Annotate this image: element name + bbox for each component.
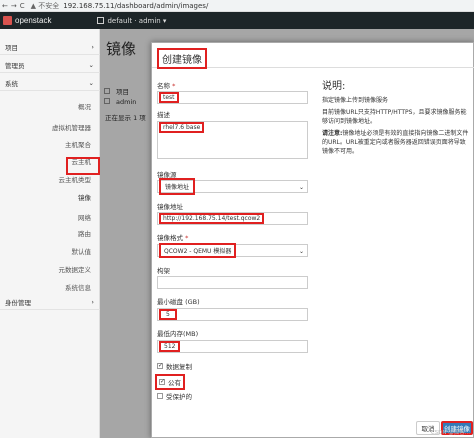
- logo[interactable]: openstack: [0, 16, 51, 25]
- min-disk-field[interactable]: 5: [157, 308, 308, 321]
- dialog-header: 创建镜像: [152, 43, 474, 69]
- browser-toolbar: ← → C ▲ 不安全 192.168.75.11/dashboard/admi…: [0, 0, 474, 12]
- reload-icon[interactable]: C: [20, 2, 25, 10]
- format-value: QCOW2 - QEMU 模拟器: [158, 243, 237, 258]
- source-select[interactable]: 镜像地址 ⌄: [157, 178, 308, 195]
- sidebar-item-system-info[interactable]: 系统信息: [65, 282, 91, 292]
- min-disk-value: 5: [159, 309, 177, 320]
- min-disk-label: 最小磁盘 (GB): [157, 298, 200, 306]
- browser-nav: ← → C: [0, 2, 25, 10]
- architecture-label: 构架: [157, 267, 170, 275]
- back-icon[interactable]: ←: [2, 2, 8, 10]
- sidebar-section-identity[interactable]: 身份管理 ›: [0, 294, 100, 310]
- name-field[interactable]: test: [157, 91, 308, 104]
- chevron-down-icon: ⌄: [298, 184, 304, 191]
- sidebar-item-flavors[interactable]: 云主机类型: [59, 174, 92, 184]
- create-image-dialog: 创建镜像 名称 * test 描述 rhel7.6 base 镜像源 镜像地址 …: [151, 42, 474, 438]
- format-label: 镜像格式 *: [157, 234, 189, 242]
- url-field[interactable]: http://192.168.75.14/test.qcow2: [157, 212, 308, 225]
- help-text: 指定镜像上传到镜像服务: [322, 97, 389, 104]
- description-field[interactable]: rhel7.6 base: [157, 121, 308, 159]
- url-label: 镜像地址: [157, 203, 183, 211]
- format-select[interactable]: QCOW2 - QEMU 模拟器 ⌄: [157, 243, 308, 258]
- address-bar[interactable]: 192.168.75.11/dashboard/admin/images/: [63, 2, 208, 10]
- sidebar-section-label: 身份管理: [5, 298, 31, 307]
- sidebar-item-defaults[interactable]: 默认值: [72, 246, 92, 256]
- sidebar-item-hypervisors[interactable]: 虚拟机管理器: [52, 122, 91, 132]
- architecture-field[interactable]: [157, 276, 308, 289]
- sidebar-section-project[interactable]: 项目 ›: [0, 39, 100, 55]
- sidebar-section-admin[interactable]: 管理员 ⌄: [0, 57, 100, 73]
- description-value: rhel7.6 base: [158, 122, 205, 133]
- insecure-badge[interactable]: ▲ 不安全: [31, 1, 60, 11]
- app-header: openstack default · admin ▾: [0, 12, 474, 29]
- images-highlight-box: [66, 157, 100, 175]
- sidebar-section-label: 管理员: [5, 61, 25, 70]
- help-text: 目前镜像URL只支持HTTP/HTTPS，且要求镜像服务能够访问到镜像地址。: [322, 109, 467, 125]
- source-value: 镜像地址: [158, 178, 196, 195]
- protected-label: 受保护的: [166, 393, 192, 401]
- help-panel: 说明: 指定镜像上传到镜像服务 目前镜像URL只支持HTTP/HTTPS，且要求…: [322, 77, 470, 159]
- public-label: 公有: [168, 379, 181, 387]
- source-label: 镜像源: [157, 171, 177, 179]
- chevron-down-icon: ⌄: [88, 60, 94, 69]
- copy-data-row[interactable]: 数据复制: [157, 361, 192, 371]
- project-label: default · admin ▾: [107, 16, 167, 25]
- logo-text: openstack: [15, 16, 52, 25]
- openstack-logo-icon: [3, 16, 12, 25]
- sidebar-section-label: 系统: [5, 79, 18, 88]
- sidebar: 项目 › 管理员 ⌄ 系统 ⌄ 概况 虚拟机管理器 主机聚合 云主机 云主机类型…: [0, 29, 100, 438]
- min-ram-field[interactable]: 512: [157, 340, 308, 353]
- chevron-down-icon: ⌄: [88, 78, 94, 87]
- sidebar-item-overview[interactable]: 概况: [78, 101, 91, 111]
- name-label: 名称 *: [157, 82, 176, 90]
- sidebar-item-host-aggregates[interactable]: 主机聚合: [65, 139, 91, 149]
- description-label: 描述: [157, 111, 170, 119]
- forward-icon[interactable]: →: [11, 2, 17, 10]
- help-title: 说明:: [322, 81, 346, 92]
- min-ram-value: 512: [158, 341, 181, 352]
- name-value: test: [159, 92, 179, 103]
- chevron-down-icon: ⌄: [298, 248, 304, 255]
- sidebar-section-label: 项目: [5, 43, 18, 52]
- help-note: 请注意:镜像地址必须是有效的直接指向镜像二进制文件的URL。URL被重定向或者服…: [322, 130, 469, 155]
- sidebar-item-routers[interactable]: 路由: [78, 228, 91, 238]
- protected-checkbox[interactable]: [157, 393, 163, 399]
- copy-data-checkbox[interactable]: [157, 362, 163, 369]
- project-cube-icon: [97, 17, 105, 24]
- sidebar-item-images[interactable]: 镜像: [78, 192, 91, 202]
- project-selector[interactable]: default · admin ▾: [97, 17, 166, 25]
- dialog-title: 创建镜像: [157, 48, 207, 69]
- copy-data-label: 数据复制: [166, 363, 192, 371]
- sidebar-section-system[interactable]: 系统 ⌄: [0, 75, 100, 91]
- min-ram-label: 最低内存(MB): [157, 330, 199, 338]
- protected-row[interactable]: 受保护的: [157, 391, 192, 401]
- watermark: CSDN @孤客...: [430, 430, 470, 436]
- public-row[interactable]: 公有: [155, 374, 185, 390]
- url-value: http://192.168.75.14/test.qcow2: [158, 213, 265, 224]
- chevron-right-icon: ›: [91, 297, 94, 306]
- chevron-right-icon: ›: [91, 42, 94, 51]
- sidebar-item-metadata[interactable]: 元数据定义: [59, 264, 92, 274]
- public-checkbox[interactable]: [159, 378, 165, 385]
- sidebar-item-networks[interactable]: 网络: [78, 212, 91, 222]
